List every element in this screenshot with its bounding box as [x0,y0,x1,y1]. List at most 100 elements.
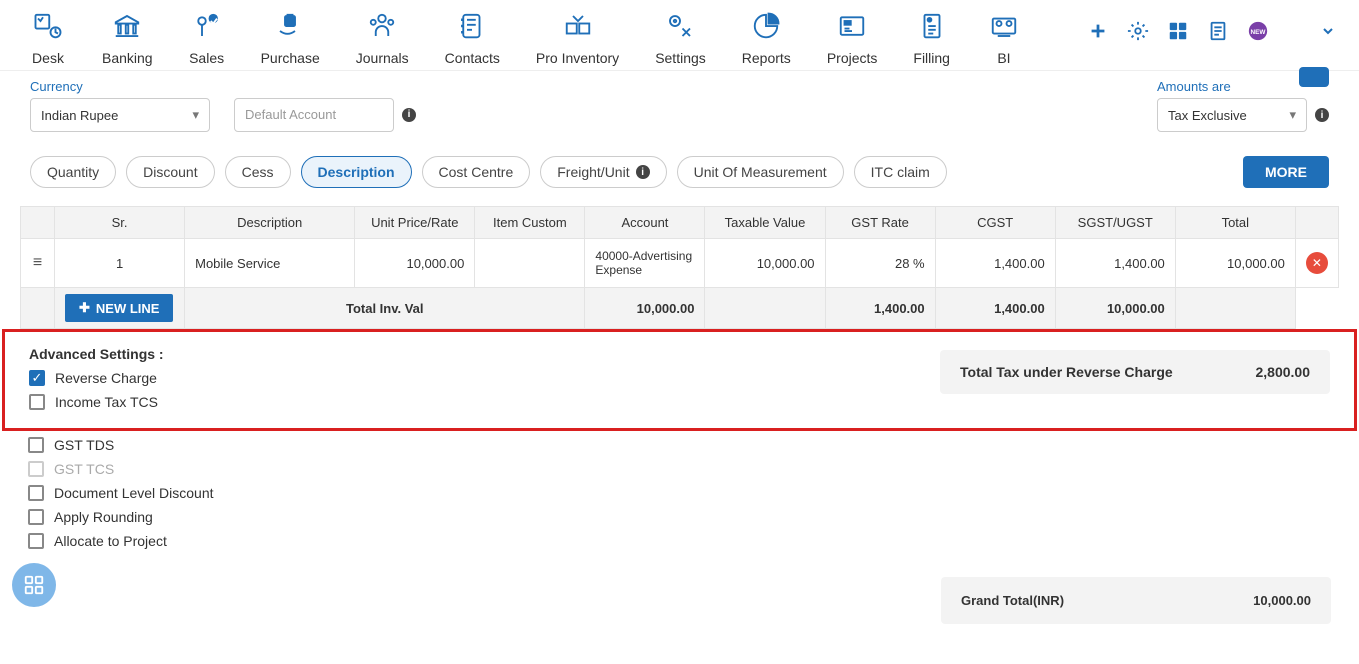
nav-pro-inventory[interactable]: Pro Inventory [518,8,637,66]
nav-contacts[interactable]: Contacts [427,8,518,66]
cell-taxable[interactable]: 10,000.00 [705,239,825,288]
pill-freight-unit[interactable]: Freight/Unit i [540,156,666,188]
th-taxable: Taxable Value [705,207,825,239]
label-reverse-charge: Reverse Charge [55,370,157,386]
pill-description[interactable]: Description [301,156,412,188]
calculator-icon[interactable] [1167,20,1189,42]
chevron-down-icon: ▾ [192,107,199,123]
th-total: Total [1175,207,1295,239]
nav-journals[interactable]: Journals [338,8,427,66]
grand-total-box: Grand Total(INR) 10,000.00 [941,577,1331,624]
pill-label: ITC claim [871,164,930,180]
topnav-right-actions: NEW [1087,20,1339,42]
th-desc: Description [185,207,355,239]
label-doc-discount: Document Level Discount [54,485,214,501]
floating-apps-button[interactable] [12,563,56,607]
line-items-table: Sr. Description Unit Price/Rate Item Cus… [20,206,1339,329]
pill-label: Cost Centre [439,164,514,180]
cell-account[interactable]: 40000-Advertising Expense [585,239,705,288]
filling-icon [914,8,950,44]
pill-discount[interactable]: Discount [126,156,214,188]
amounts-label: Amounts are [1157,79,1231,94]
th-cgst: CGST [935,207,1055,239]
checkbox-apply-rounding[interactable] [28,509,44,525]
nav-label: Filling [913,50,950,66]
sales-icon [189,8,225,44]
checkbox-reverse-charge[interactable]: ✓ [29,370,45,386]
default-account-placeholder: Default Account [245,107,336,122]
nav-label: Journals [356,50,409,66]
totals-total: 10,000.00 [1055,288,1175,329]
new-badge-icon[interactable]: NEW [1247,20,1269,42]
nav-label: Desk [32,50,64,66]
nav-desk[interactable]: Desk [12,8,84,66]
amounts-select[interactable]: Tax Exclusive ▾ [1157,98,1307,132]
nav-projects[interactable]: Projects [809,8,896,66]
label-apply-rounding: Apply Rounding [54,509,153,525]
pill-quantity[interactable]: Quantity [30,156,116,188]
more-button[interactable]: MORE [1243,156,1329,188]
currency-select[interactable]: Indian Rupee ▾ [30,98,210,132]
totals-taxable: 10,000.00 [585,288,705,329]
table-row: ≡ 1 Mobile Service 10,000.00 40000-Adver… [21,239,1339,288]
info-icon[interactable]: i [402,108,416,122]
more-label: MORE [1265,164,1307,180]
pill-label: Freight/Unit [557,164,629,180]
upper-controls: Currency Indian Rupee ▾ Default Account … [0,71,1359,142]
grand-total-label: Grand Total(INR) [961,593,1064,608]
cell-sgst[interactable]: 1,400.00 [1055,239,1175,288]
th-sr: Sr. [55,207,185,239]
nav-label: Contacts [445,50,500,66]
journals-icon [364,8,400,44]
top-navigation: Desk Banking Sales Purchase Journals [0,0,1359,71]
nav-sales[interactable]: Sales [171,8,243,66]
chevron-down-icon[interactable] [1317,20,1339,42]
pill-cess[interactable]: Cess [225,156,291,188]
delete-row-button[interactable]: ✕ [1306,252,1328,274]
cell-desc[interactable]: Mobile Service [185,239,355,288]
nav-label: Sales [189,50,224,66]
cell-sr[interactable]: 1 [55,239,185,288]
cell-gst-rate[interactable]: 28 % [825,239,935,288]
reverse-tax-label: Total Tax under Reverse Charge [960,364,1173,380]
nav-reports[interactable]: Reports [724,8,809,66]
document-icon[interactable] [1207,20,1229,42]
pill-label: Unit Of Measurement [694,164,827,180]
gear-icon[interactable] [1127,20,1149,42]
label-income-tax-tcs: Income Tax TCS [55,394,158,410]
nav-settings[interactable]: Settings [637,8,724,66]
checkbox-income-tax-tcs[interactable] [29,394,45,410]
pill-cost-centre[interactable]: Cost Centre [422,156,531,188]
pill-label: Discount [143,164,197,180]
cell-total[interactable]: 10,000.00 [1175,239,1295,288]
reports-icon [748,8,784,44]
th-sgst: SGST/UGST [1055,207,1175,239]
settings-icon [662,8,698,44]
th-item-custom: Item Custom [475,207,585,239]
banking-icon [109,8,145,44]
new-line-button[interactable]: ✚ NEW LINE [65,294,173,322]
reverse-tax-value: 2,800.00 [1256,364,1311,380]
default-account-select[interactable]: Default Account [234,98,394,132]
pill-uom[interactable]: Unit Of Measurement [677,156,844,188]
checkbox-doc-discount[interactable] [28,485,44,501]
totals-label: Total Inv. Val [185,288,585,329]
checkbox-allocate-project[interactable] [28,533,44,549]
checkbox-gst-tds[interactable] [28,437,44,453]
corner-button[interactable] [1299,67,1329,87]
nav-label: Reports [742,50,791,66]
pill-itc-claim[interactable]: ITC claim [854,156,947,188]
desk-icon [30,8,66,44]
nav-filling[interactable]: Filling [895,8,968,66]
nav-banking[interactable]: Banking [84,8,171,66]
cell-unit-price[interactable]: 10,000.00 [355,239,475,288]
cell-item-custom[interactable] [475,239,585,288]
add-icon[interactable] [1087,20,1109,42]
info-icon[interactable]: i [1315,108,1329,122]
label-gst-tds: GST TDS [54,437,114,453]
nav-purchase[interactable]: Purchase [243,8,338,66]
cell-cgst[interactable]: 1,400.00 [935,239,1055,288]
th-unit-price: Unit Price/Rate [355,207,475,239]
drag-handle-icon[interactable]: ≡ [33,254,42,271]
nav-bi[interactable]: BI [968,8,1040,66]
